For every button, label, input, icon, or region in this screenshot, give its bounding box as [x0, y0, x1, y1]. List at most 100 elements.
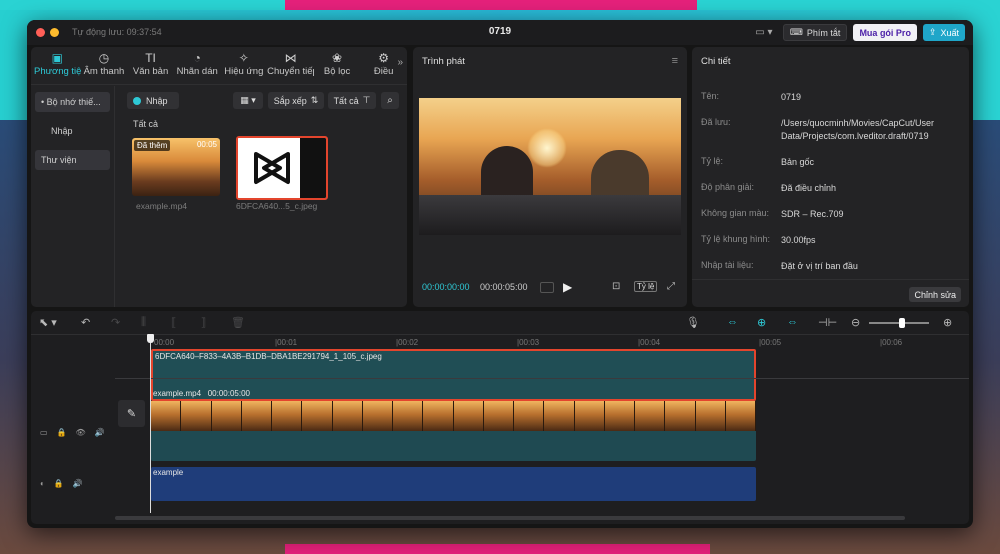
tab-6[interactable]: ❀ Bộ lọc — [314, 47, 361, 84]
sort-button[interactable]: Sắp xếp ⇅ — [268, 92, 324, 109]
video-clip-label: example.mp4 00:00:05:00 — [153, 389, 250, 398]
volume-icon[interactable]: 🔊 — [95, 428, 105, 437]
zoom-slider-knob[interactable] — [899, 318, 905, 328]
titlebar-actions: ▭ ▾ ⌨ Phím tắt Mua gói Pro ⇪ Xuất — [751, 24, 965, 41]
detail-row: Tỷ lệ khung hình: 30.00fps — [701, 234, 961, 247]
tab-0[interactable]: ▣Phương tiện — [34, 47, 81, 84]
video-frame-thumb — [423, 401, 454, 431]
shortcuts-button[interactable]: ⌨ Phím tắt — [782, 24, 848, 41]
link-main-track-icon[interactable]: ⇔ — [727, 316, 738, 328]
detail-rows: Tên: 0719 Đã lưu: /Users/quocminh/Movies/Ca… — [701, 91, 961, 286]
zoom-out-icon[interactable]: ⊖ — [851, 316, 860, 329]
export-icon: ⇪ — [928, 27, 937, 37]
menu-icon[interactable]: ≡ — [672, 55, 678, 67]
sidebar-item-local[interactable]: • Bộ nhớ thiế... — [35, 92, 110, 112]
tab-4[interactable]: ✧ Hiệu ứng — [221, 47, 268, 84]
video-preview[interactable] — [419, 98, 681, 235]
redo-icon[interactable]: ↷ — [111, 316, 120, 329]
edit-button[interactable]: Chỉnh sửa — [909, 287, 961, 302]
video-frame-thumb — [302, 401, 333, 431]
sidebar-item-import[interactable]: Nhập — [35, 121, 110, 141]
trim-right-icon[interactable]: ⟧ — [201, 316, 206, 329]
delete-icon[interactable]: 🗑 — [231, 316, 245, 329]
keyboard-icon: ⌨ — [789, 27, 803, 37]
ruler-tick-label: |00:03 — [517, 338, 540, 347]
section-label-all: Tất cả — [133, 119, 159, 129]
cover-edit-button[interactable]: ✎ — [118, 400, 145, 427]
split-icon[interactable]: ⫼ — [141, 316, 146, 329]
export-label: Xuất — [940, 27, 959, 38]
search-icon[interactable]: ⌕ — [381, 92, 399, 109]
link-clips-icon[interactable]: ⇔ — [787, 316, 798, 328]
audio-track-icon[interactable]: ◐ — [40, 479, 45, 488]
layout-icon[interactable]: ▭ ▾ — [751, 24, 777, 41]
detail-title: Chi tiết — [701, 56, 731, 67]
video-frame-thumb — [362, 401, 393, 431]
video-frame-thumb — [514, 401, 545, 431]
export-button[interactable]: ⇪ Xuất — [922, 24, 965, 41]
microphone-icon[interactable]: 🎙 — [686, 316, 700, 329]
video-frame-thumb — [393, 401, 424, 431]
zoom-in-icon[interactable]: ⊕ — [943, 316, 952, 329]
trim-left-icon[interactable]: ⟦ — [171, 316, 176, 329]
detail-row: Không gian màu: SDR – Rec.709 — [701, 208, 961, 221]
detail-row: Nhập tài liệu: Đặt ở vị trí ban đầu — [701, 260, 961, 273]
media-item-image[interactable] — [236, 136, 328, 200]
ratio-button[interactable]: Tỷ lệ — [634, 281, 658, 292]
detail-footer: Chỉnh sửa — [692, 279, 969, 307]
player-controls: 00:00:00:00 00:00:05:00 ▶ ⊡ Tỷ lệ ⤢ — [413, 279, 687, 297]
video-clip[interactable]: example.mp4 00:00:05:00 — [151, 387, 756, 461]
audio-clip[interactable]: example — [151, 467, 756, 501]
snapshot-icon[interactable]: ⊡ — [612, 281, 620, 292]
current-time: 00:00:00:00 — [422, 282, 470, 292]
import-button[interactable]: Nhập — [127, 92, 179, 109]
tab-label: Bộ lọc — [323, 66, 351, 77]
cover-toggle-icon[interactable]: ▭ — [40, 428, 48, 437]
more-tabs-icon[interactable]: » — [397, 57, 403, 68]
buy-pro-button[interactable]: Mua gói Pro — [853, 24, 917, 41]
tab-icon: ◔ — [193, 51, 201, 65]
eye-icon[interactable]: 👁 — [76, 428, 86, 437]
playhead-handle[interactable] — [147, 334, 154, 343]
detail-row: Tên: 0719 — [701, 91, 961, 104]
video-frame-thumb — [241, 401, 272, 431]
tab-icon: ◷ — [98, 51, 110, 65]
view-mode-button[interactable]: ▦ ▾ — [233, 92, 263, 109]
tab-3[interactable]: ◔ Nhãn dán — [174, 47, 221, 84]
titlebar: Tự động lưu: 09:37:54 0719 ▭ ▾ ⌨ Phím tắ… — [27, 20, 973, 45]
timeline-scrollbar[interactable] — [115, 516, 905, 520]
duration-label: 00:05 — [196, 140, 217, 149]
detail-value: Bản gốc — [781, 157, 815, 167]
segment-icon[interactable] — [540, 282, 554, 293]
filter-button[interactable]: Tất cả ⊤ — [328, 92, 376, 109]
magnet-icon[interactable]: ⊕ — [757, 316, 766, 329]
tab-2[interactable]: TI Văn bản — [127, 47, 174, 84]
added-badge: Đã thêm — [134, 140, 171, 151]
video-frame-thumb — [725, 401, 756, 431]
time-ruler[interactable]: 00:00 |00:01 |00:02 |00:03 |00:04 |00:05 |00:0… — [151, 335, 969, 349]
undo-icon[interactable]: ↶ — [81, 316, 90, 329]
tab-1[interactable]: ◷ Âm thanh — [81, 47, 128, 84]
fullscreen-icon[interactable]: ⤢ — [667, 281, 675, 292]
volume-icon[interactable]: 🔊 — [73, 479, 83, 488]
lock-icon[interactable]: 🔒 — [54, 479, 64, 488]
tab-5[interactable]: ⋈ Chuyển tiếp — [267, 47, 314, 84]
lock-icon[interactable]: 🔒 — [57, 428, 67, 437]
select-tool-icon[interactable]: ⬉ ▾ — [39, 316, 57, 329]
detail-value: SDR – Rec.709 — [781, 209, 844, 219]
media-item-video[interactable]: Đã thêm 00:05 — [132, 138, 220, 196]
preview-axis-icon[interactable]: ⊣⊢ — [818, 316, 837, 329]
playhead[interactable] — [147, 334, 154, 513]
video-clip-name: example.mp4 — [153, 389, 202, 398]
shortcuts-label: Phím tắt — [806, 27, 841, 38]
play-icon[interactable]: ▶ — [563, 280, 572, 294]
import-label: Nhập — [146, 95, 168, 106]
detail-key: Tỷ lệ: — [701, 156, 724, 166]
preview-car — [419, 195, 681, 235]
detail-key: Độ phân giải: — [701, 182, 755, 192]
sidebar-item-library[interactable]: Thư viện — [35, 150, 110, 170]
video-frame-thumb — [665, 401, 696, 431]
zoom-slider[interactable] — [869, 318, 929, 328]
video-frame-thumb — [604, 401, 635, 431]
audio-track-controls: ◐ 🔒 🔊 — [40, 479, 83, 488]
